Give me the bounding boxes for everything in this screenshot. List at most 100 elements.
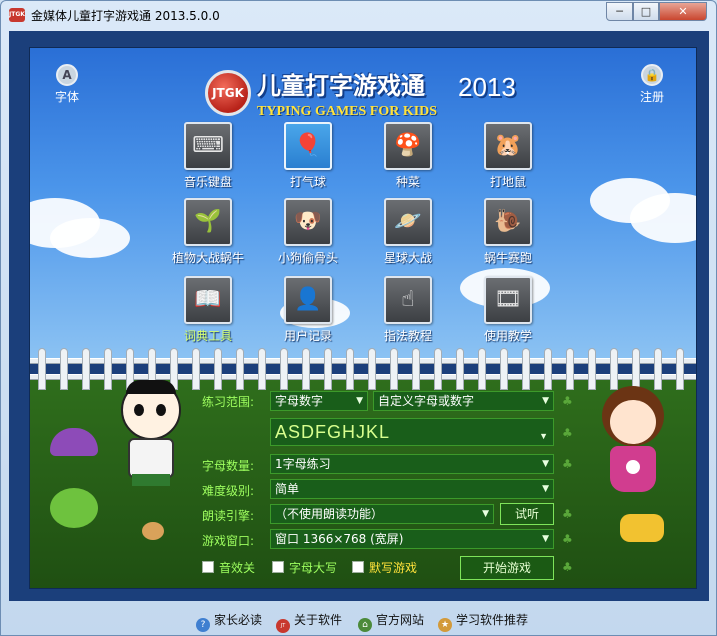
keyboard-icon: ⌨: [184, 122, 232, 170]
boy-character: [116, 380, 186, 490]
game-tile[interactable]: ☝ 指法教程: [360, 276, 456, 346]
game-tile[interactable]: 🐌 蜗牛赛跑: [460, 198, 556, 268]
title-bar[interactable]: JTGK 金媒体儿童打字游戏通 2013.5.0.0 ─ □ ✕: [1, 1, 716, 29]
uppercase-label: 字母大写: [289, 561, 338, 575]
level-select[interactable]: 简单 ▼: [270, 479, 554, 499]
leaf-icon: ♣: [562, 426, 573, 440]
start-game-button[interactable]: 开始游戏: [460, 556, 554, 580]
mushroom-icon: 🍄: [384, 122, 432, 170]
game-tile[interactable]: 📖 词典工具: [160, 276, 256, 346]
engine-label: 朗读引擎:: [202, 509, 255, 523]
about-label: 关于软件: [294, 613, 343, 627]
game-panel: JTGK 儿童打字游戏通 2013 TYPING GAMES FOR KIDS …: [29, 47, 697, 589]
status-bar: ? 家长必读 JT 关于软件 ⌂ 官方网站 ★ 学习软件推荐: [1, 601, 716, 635]
lock-icon: 🔒: [641, 64, 663, 86]
cat-decoration: [620, 514, 664, 542]
app-logo-icon: JTGK: [9, 8, 25, 22]
jtgk-logo-icon: JT: [276, 619, 290, 633]
register-label: 注册: [639, 90, 664, 104]
range-custom-select[interactable]: 自定义字母或数字 ▼: [373, 391, 554, 411]
leaf-icon: ♣: [562, 560, 573, 574]
font-icon: A: [56, 64, 78, 86]
planet-icon: 🪐: [384, 198, 432, 246]
game-tile-label: 打地鼠: [489, 175, 526, 189]
recommend-label: 学习软件推荐: [456, 613, 529, 627]
game-tile[interactable]: ⌨ 音乐键盘: [160, 122, 256, 192]
minimize-button[interactable]: ─: [606, 2, 633, 21]
sound-off-checkbox[interactable]: [202, 561, 214, 573]
chevron-down-icon: ▼: [482, 509, 489, 519]
maximize-button[interactable]: □: [633, 2, 659, 21]
help-icon: ?: [196, 618, 210, 632]
font-button[interactable]: A 字体: [42, 64, 92, 105]
register-button[interactable]: 🔒 注册: [627, 64, 677, 105]
plant-decoration: [50, 488, 98, 528]
chevron-down-icon: ▼: [542, 396, 549, 406]
home-icon: ⌂: [358, 618, 372, 632]
letters-input[interactable]: ASDFGHJKL ▼: [270, 418, 554, 446]
window-title: 金媒体儿童打字游戏通 2013.5.0.0: [31, 9, 220, 23]
mole-icon: 🐹: [484, 122, 532, 170]
window-label: 游戏窗口:: [202, 534, 255, 548]
game-tile-label: 使用教学: [483, 329, 532, 343]
game-tile[interactable]: 🎈 打气球: [260, 122, 356, 192]
logo-year: 2013: [458, 72, 516, 102]
uppercase-checkbox[interactable]: [272, 561, 284, 573]
count-label: 字母数量:: [202, 459, 255, 473]
game-tile[interactable]: 🌱 植物大战蜗牛: [160, 198, 256, 268]
logo-title: 儿童打字游戏通: [257, 72, 425, 100]
level-select-value: 简单: [275, 482, 300, 496]
game-tile[interactable]: 🎞 使用教学: [460, 276, 556, 346]
chevron-down-icon: ▼: [542, 459, 549, 469]
game-tile-label: 音乐键盘: [183, 175, 232, 189]
dictation-checkbox[interactable]: [352, 561, 364, 573]
official-site-label: 官方网站: [376, 613, 425, 627]
game-tile-label: 用户记录: [283, 329, 332, 343]
recommend-icon: ★: [438, 618, 452, 632]
cloud-decoration: [50, 218, 130, 258]
window-select[interactable]: 窗口 1366×768 (宽屏) ▼: [270, 529, 554, 549]
chevron-down-icon: ▼: [542, 534, 549, 544]
game-tile-label: 蜗牛赛跑: [483, 251, 532, 265]
game-tile-label: 小狗偷骨头: [277, 251, 338, 265]
parents-guide-label: 家长必读: [214, 613, 263, 627]
game-tile-label: 指法教程: [383, 329, 432, 343]
leaf-icon: ♣: [562, 507, 573, 521]
range-select-value: 字母数字: [275, 394, 324, 408]
count-select[interactable]: 1字母练习 ▼: [270, 454, 554, 474]
about-link[interactable]: JT 关于软件: [276, 611, 342, 633]
game-tile[interactable]: 👤 用户记录: [260, 276, 356, 346]
game-tile[interactable]: 🍄 种菜: [360, 122, 456, 192]
game-tile[interactable]: 🐹 打地鼠: [460, 122, 556, 192]
snail-decoration: [142, 522, 164, 540]
game-tile-label: 词典工具: [183, 329, 232, 343]
user-record-icon: 👤: [284, 276, 332, 324]
app-logo: JTGK 儿童打字游戏通 2013 TYPING GAMES FOR KIDS: [205, 64, 525, 126]
game-tile[interactable]: 🪐 星球大战: [360, 198, 456, 268]
game-tile-label: 打气球: [289, 175, 326, 189]
leaf-icon: ♣: [562, 394, 573, 408]
level-label: 难度级别:: [202, 484, 255, 498]
parents-guide-link[interactable]: ? 家长必读: [196, 611, 262, 632]
close-button[interactable]: ✕: [659, 2, 707, 21]
dog-icon: 🐶: [284, 198, 332, 246]
count-select-value: 1字母练习: [275, 457, 331, 471]
listen-button[interactable]: 试听: [500, 503, 554, 525]
official-site-link[interactable]: ⌂ 官方网站: [358, 611, 424, 632]
letters-value: ASDFGHJKL: [275, 422, 391, 442]
game-tile-label: 种菜: [395, 175, 420, 189]
range-select[interactable]: 字母数字 ▼: [270, 391, 368, 411]
engine-select[interactable]: （不使用朗读功能） ▼: [270, 504, 494, 524]
window-select-value: 窗口 1366×768 (宽屏): [275, 532, 404, 546]
girl-character: [598, 386, 668, 506]
game-tile[interactable]: 🐶 小狗偷骨头: [260, 198, 356, 268]
chevron-down-icon: ▼: [542, 484, 549, 494]
game-tile-label: 星球大战: [383, 251, 432, 265]
dictionary-icon: 📖: [184, 276, 232, 324]
jtgk-logo-icon: JTGK: [205, 70, 251, 116]
recommend-link[interactable]: ★ 学习软件推荐: [438, 611, 528, 632]
leaf-icon: ♣: [562, 532, 573, 546]
film-reel-icon: 🎞: [484, 276, 532, 324]
app-window: JTGK 金媒体儿童打字游戏通 2013.5.0.0 ─ □ ✕ JTGK 儿童…: [0, 0, 717, 636]
snail-icon: 🐌: [484, 198, 532, 246]
